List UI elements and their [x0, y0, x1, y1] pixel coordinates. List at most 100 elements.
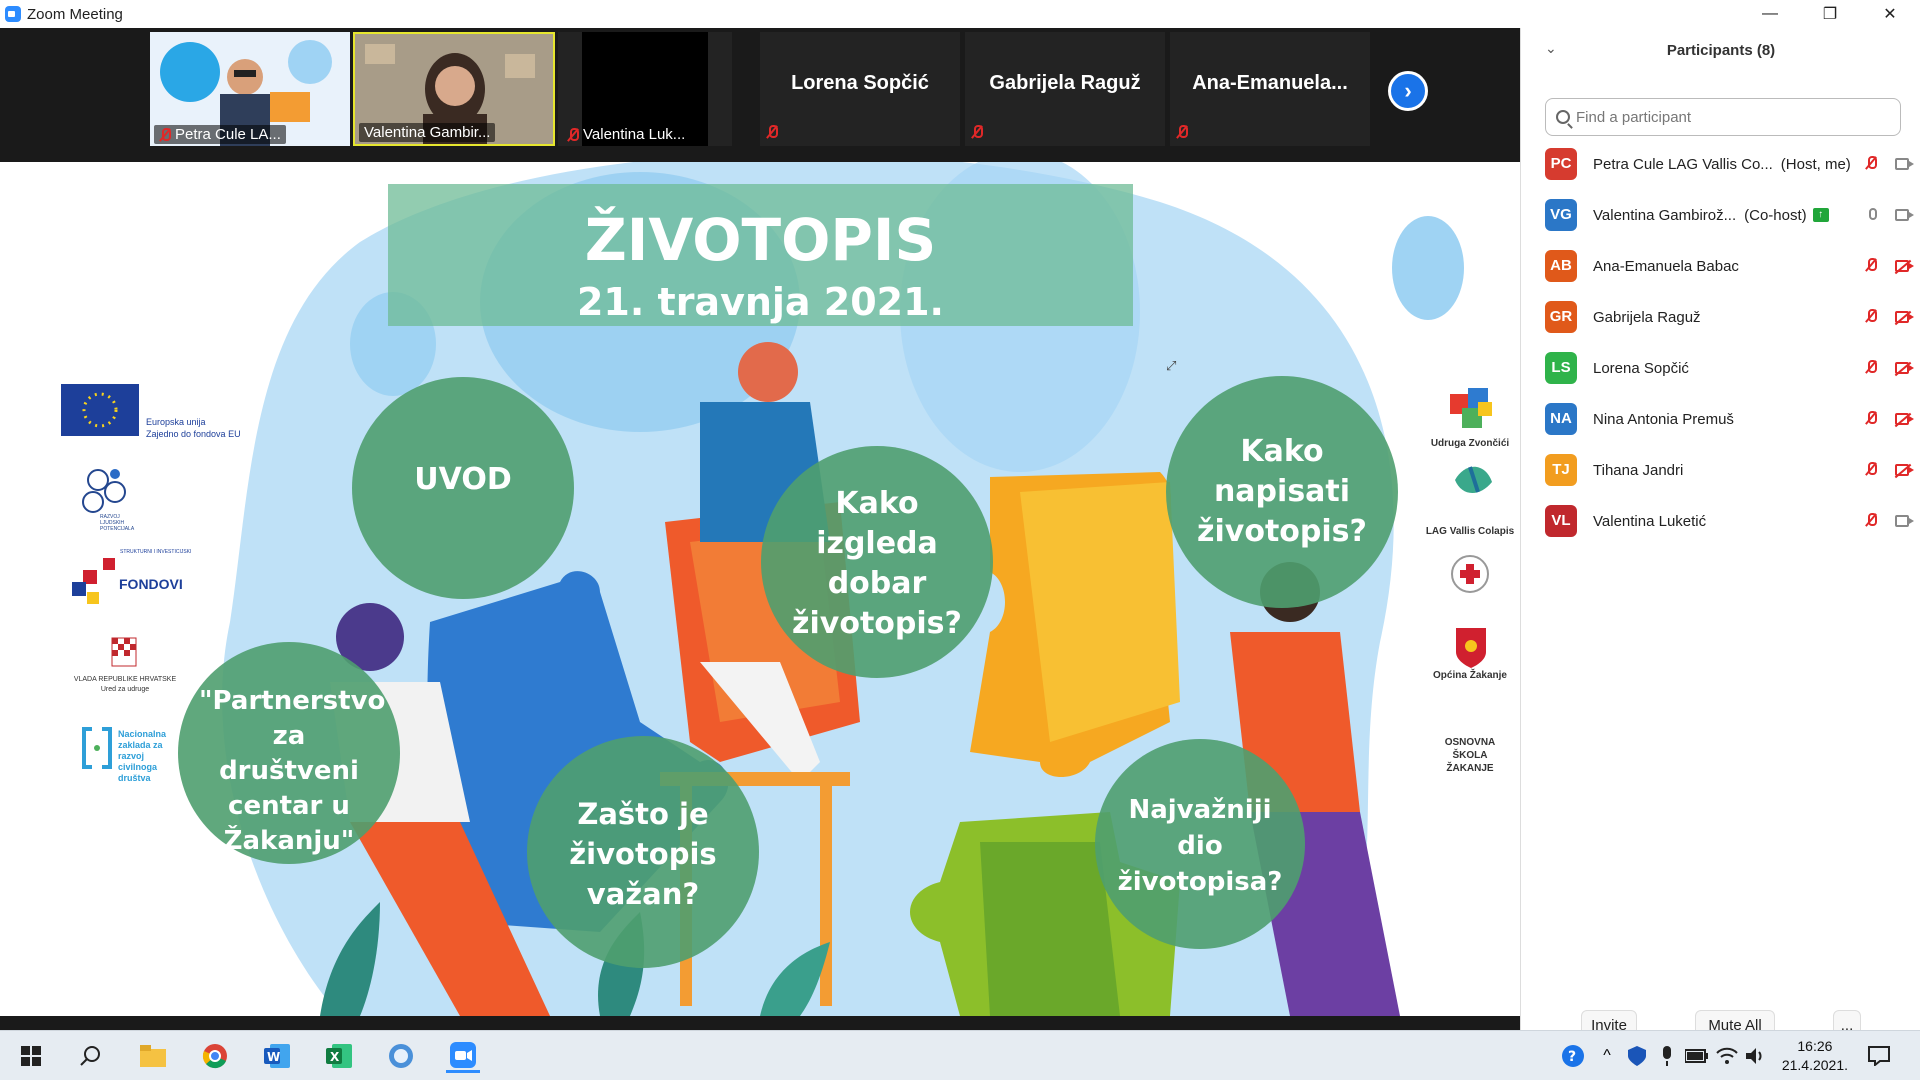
mic-muted-icon: [766, 125, 778, 142]
participant-name: Valentina Luketić: [1593, 512, 1707, 530]
bubble-text: Najvažniji dio životopisa?: [1117, 795, 1283, 897]
participant-name: Tihana Jandri: [1593, 461, 1684, 479]
zoom-taskbar-icon[interactable]: [446, 1039, 480, 1073]
svg-text:X: X: [330, 1050, 340, 1064]
windows-taskbar: W X ? ^ 16:26 21.4.2021.: [0, 1030, 1920, 1080]
video-tile[interactable]: Lorena Sopčić: [760, 32, 960, 146]
taskbar-clock[interactable]: 16:26 21.4.2021.: [1782, 1037, 1848, 1075]
participants-header: Participants (8): [1666, 42, 1776, 59]
restore-button[interactable]: ❐: [1800, 0, 1860, 28]
video-off-icon[interactable]: [1895, 412, 1915, 426]
lag-label: LAG Vallis Colapis: [1425, 526, 1515, 537]
video-off-icon[interactable]: [1895, 361, 1915, 375]
screen-share-icon: ↑: [1812, 208, 1829, 222]
word-icon[interactable]: W: [260, 1039, 294, 1073]
eu-logo-label: Europska unija Zajedno do fondova EU: [146, 417, 241, 439]
participant-row[interactable]: LS Lorena Sopčić: [1545, 348, 1920, 388]
slide-title: ŽIVOTOPIS: [584, 206, 937, 274]
share-bottom-bar: [0, 1016, 1520, 1030]
mic-muted-icon[interactable]: [1865, 360, 1877, 379]
chrome-icon[interactable]: [198, 1039, 232, 1073]
file-explorer-icon[interactable]: [136, 1039, 170, 1073]
participant-avatar: PC: [1545, 148, 1577, 180]
participant-avatar: NA: [1545, 403, 1577, 435]
mic-muted-icon[interactable]: [1865, 309, 1877, 328]
fondovi-logo-icon: [72, 558, 115, 604]
participant-row[interactable]: AB Ana-Emanuela Babac: [1545, 246, 1920, 286]
window-title: Zoom Meeting: [27, 5, 123, 23]
video-tile-name: Valentina Gambir...: [359, 123, 496, 142]
mic-muted-icon[interactable]: [1865, 258, 1877, 277]
window-titlebar: Zoom Meeting: [0, 0, 1920, 28]
windows-start-icon[interactable]: [14, 1039, 48, 1073]
video-tile[interactable]: Petra Cule LA...: [150, 32, 350, 146]
svg-text:W: W: [267, 1050, 280, 1064]
udruga-label: Udruga Zvončići: [1430, 438, 1510, 449]
slide-date: 21. travnja 2021.: [576, 280, 944, 324]
video-tile-active-speaker[interactable]: Valentina Gambir...: [353, 32, 555, 146]
video-tile[interactable]: Gabrijela Raguž: [965, 32, 1165, 146]
participant-search-input[interactable]: Find a participant: [1545, 98, 1901, 136]
fondovi-small-label: STRUKTURNI I INVESTICIJSKI: [120, 549, 192, 555]
participant-name: Nina Antonia Premuš: [1593, 410, 1734, 428]
participant-name: Valentina Gambirož...: [1593, 206, 1737, 224]
participant-name: Lorena Sopčić: [1593, 359, 1689, 377]
minimize-button[interactable]: —: [1740, 0, 1800, 28]
video-tile[interactable]: Valentina Luk...: [558, 32, 732, 146]
mic-muted-icon[interactable]: [1865, 156, 1877, 175]
zoom-logo-icon: [5, 6, 21, 22]
mic-muted-icon: [159, 127, 171, 142]
udruga-zvoncici-logo-icon: [1450, 388, 1492, 428]
chevron-up-icon[interactable]: ^: [1590, 1039, 1624, 1073]
excel-icon[interactable]: X: [322, 1039, 356, 1073]
mic-muted-icon[interactable]: [1865, 513, 1877, 532]
clock-date: 21.4.2021.: [1781, 1057, 1848, 1073]
mic-muted-icon[interactable]: [1865, 411, 1877, 430]
participant-row[interactable]: GR Gabrijela Raguž: [1545, 297, 1920, 337]
mic-muted-icon[interactable]: [1865, 462, 1877, 481]
search-icon[interactable]: [74, 1039, 108, 1073]
notifications-icon[interactable]: [1862, 1039, 1896, 1073]
video-camera-icon[interactable]: [1895, 514, 1915, 528]
microphone-icon[interactable]: [1650, 1039, 1684, 1073]
video-tile-name: Valentina Luk...: [562, 125, 690, 144]
video-camera-icon[interactable]: [1895, 208, 1915, 222]
next-page-arrow-button[interactable]: ›: [1388, 71, 1428, 111]
participant-name: Ana-Emanuela...: [1192, 72, 1348, 94]
participant-name: Gabrijela Raguž: [1593, 308, 1701, 326]
razvoj-logo-icon: [82, 469, 126, 513]
speaker-icon[interactable]: [1740, 1039, 1774, 1073]
bubble-text: UVOD: [414, 462, 512, 497]
video-off-icon[interactable]: [1895, 310, 1915, 324]
thunderbird-icon[interactable]: [384, 1039, 418, 1073]
participant-avatar: TJ: [1545, 454, 1577, 486]
search-icon: [1556, 110, 1570, 124]
video-camera-icon[interactable]: [1895, 157, 1915, 171]
video-tile[interactable]: Ana-Emanuela...: [1170, 32, 1370, 146]
clock-time: 16:26: [1797, 1038, 1833, 1054]
participant-name: Ana-Emanuela Babac: [1593, 257, 1739, 275]
video-off-icon[interactable]: [1895, 463, 1915, 477]
participant-avatar: LS: [1545, 352, 1577, 384]
bubble-text: Kako izgleda dobar životopis?: [792, 486, 962, 641]
battery-icon[interactable]: [1680, 1039, 1714, 1073]
help-icon[interactable]: ?: [1556, 1039, 1590, 1073]
participant-row[interactable]: NA Nina Antonia Premuš: [1545, 399, 1920, 439]
mic-muted-icon: [1176, 125, 1188, 142]
wifi-icon[interactable]: [1710, 1039, 1744, 1073]
nacionalna-zaklada-label: Nacionalna zaklada za razvoj civilnoga društ…: [118, 729, 167, 783]
opcina-zakanje-coat-icon: [1456, 628, 1486, 668]
shield-icon[interactable]: [1620, 1039, 1654, 1073]
participant-row[interactable]: VL Valentina Luketić: [1545, 501, 1920, 541]
participant-row[interactable]: PC Petra Cule LAG Vallis Co... (Host, me): [1545, 144, 1920, 184]
participant-row[interactable]: TJ Tihana Jandri: [1545, 450, 1920, 490]
bubble-text: Zašto je životopis važan?: [569, 797, 717, 911]
croatia-coat-of-arms-icon: [111, 637, 137, 667]
video-off-icon[interactable]: [1895, 259, 1915, 273]
razvoj-logo-label: RAZVOJ LJUDSKIH POTENCIJALA: [100, 514, 135, 532]
fondovi-label: FONDOVI: [119, 576, 183, 592]
close-button[interactable]: ✕: [1860, 0, 1920, 28]
mic-muted-icon: [971, 125, 983, 142]
participant-row[interactable]: VG Valentina Gambirož... (Co-host) ↑: [1545, 195, 1920, 235]
mic-icon[interactable]: [1869, 207, 1877, 225]
